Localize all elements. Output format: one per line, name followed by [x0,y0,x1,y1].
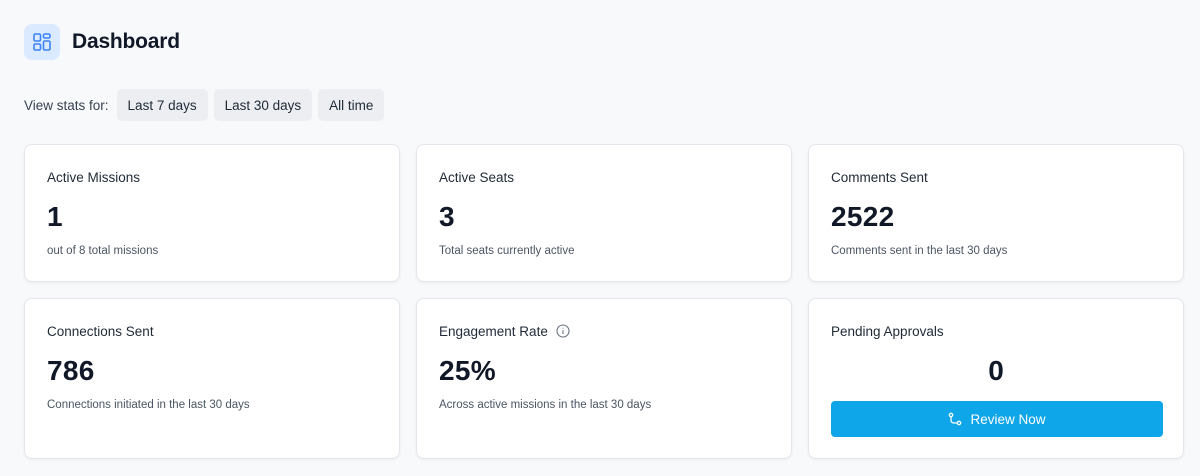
dashboard-grid-icon [24,24,60,60]
filter-last-30-days-button[interactable]: Last 30 days [213,89,313,121]
card-title: Pending Approvals [831,323,944,339]
card-title: Comments Sent [831,169,928,185]
filter-last-7-days-button[interactable]: Last 7 days [116,89,208,121]
card-subtitle: out of 8 total missions [47,245,159,257]
card-title: Active Seats [439,169,515,185]
active-seats-card: Active Seats 3 Total seats currently act… [416,144,792,282]
page-title: Dashboard [72,30,180,53]
review-now-label: Review Now [970,411,1046,427]
filter-all-time-button[interactable]: All time [318,89,385,121]
card-subtitle: Total seats currently active [439,245,575,257]
connections-sent-card: Connections Sent 786 Connections initiat… [24,298,400,459]
filter-label: View stats for: [24,97,109,113]
review-now-button[interactable]: Review Now [831,401,1163,437]
active-missions-card: Active Missions 1 out of 8 total mission… [24,144,400,282]
stats-grid: Active Missions 1 out of 8 total mission… [24,144,1184,459]
card-value: 2522 [831,201,895,232]
pending-approvals-card: Pending Approvals 0 Review Now [808,298,1184,459]
card-title: Engagement Rate [439,323,548,339]
stats-filter: View stats for: Last 7 days Last 30 days… [24,89,385,121]
card-title-row: Engagement Rate [439,323,769,339]
card-value: 0 [988,355,1004,386]
card-value: 3 [439,201,455,232]
card-subtitle: Comments sent in the last 30 days [831,245,1008,257]
card-subtitle: Across active missions in the last 30 da… [439,399,652,411]
card-value: 786 [47,355,95,386]
card-title: Active Missions [47,169,141,185]
card-title: Connections Sent [47,323,154,339]
page-header: Dashboard [24,24,180,60]
info-icon[interactable] [556,324,570,338]
card-value: 25% [439,355,496,386]
card-subtitle: Connections initiated in the last 30 day… [47,399,250,411]
git-branch-icon [948,412,962,426]
engagement-rate-card: Engagement Rate 25% Across active missio… [416,298,792,459]
comments-sent-card: Comments Sent 2522 Comments sent in the … [808,144,1184,282]
card-value: 1 [47,201,63,232]
